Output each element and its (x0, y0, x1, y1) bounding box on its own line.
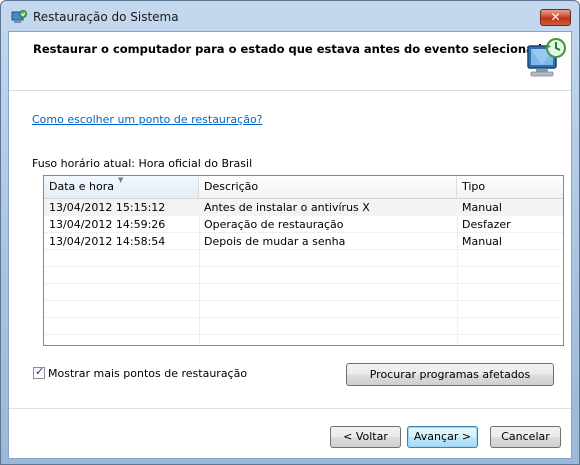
row-date: 13/04/2012 14:59:26 (49, 218, 166, 231)
column-label: Descrição (204, 180, 259, 193)
row-description: Operação de restauração (204, 218, 344, 231)
footer-divider (9, 408, 571, 409)
next-button[interactable]: Avançar > (407, 426, 478, 448)
row-description: Depois de mudar a senha (204, 235, 346, 248)
row-type: Manual (462, 235, 502, 248)
show-more-checkbox[interactable]: ✓ (33, 365, 45, 379)
row-type: Manual (462, 201, 502, 214)
help-link[interactable]: Como escolher um ponto de restauração? (32, 113, 263, 126)
dialog-content: Restaurar o computador para o estado que… (8, 31, 572, 459)
checkmark-icon: ✓ (35, 365, 45, 378)
show-more-label[interactable]: Mostrar mais pontos de restauração (48, 367, 247, 380)
show-more-checkbox-row[interactable]: ✓ Mostrar mais pontos de restauração (33, 365, 247, 380)
row-description: Antes de instalar o antivírus X (204, 201, 370, 214)
restore-points-list[interactable]: ▼ Data e hora Descrição Tipo 13/04/2012 … (43, 175, 564, 346)
system-restore-window: Restauração do Sistema ✕ Restaurar o com… (0, 0, 580, 465)
table-row[interactable]: 13/04/2012 14:58:54 Depois de mudar a se… (44, 233, 563, 250)
header-divider (9, 90, 571, 91)
column-header-date[interactable]: ▼ Data e hora (44, 176, 199, 198)
column-header-description[interactable]: Descrição (199, 176, 457, 198)
page-heading: Restaurar o computador para o estado que… (33, 42, 550, 56)
row-type: Desfazer (462, 218, 511, 231)
column-header-type[interactable]: Tipo (457, 176, 563, 198)
sort-arrow-icon: ▼ (118, 176, 124, 184)
row-date: 13/04/2012 15:15:12 (49, 201, 166, 214)
computer-restore-icon (527, 38, 566, 77)
timezone-label: Fuso horário atual: Hora oficial do Bras… (32, 157, 253, 170)
back-button[interactable]: < Voltar (330, 426, 401, 448)
cancel-button[interactable]: Cancelar (490, 426, 561, 448)
close-icon: ✕ (550, 10, 561, 24)
list-header: ▼ Data e hora Descrição Tipo (44, 176, 563, 199)
scan-affected-programs-button[interactable]: Procurar programas afetados (346, 363, 554, 386)
system-restore-icon (11, 10, 27, 23)
window-title: Restauração do Sistema (33, 10, 179, 24)
table-row[interactable]: 13/04/2012 14:59:26 Operação de restaura… (44, 216, 563, 233)
table-row[interactable]: 13/04/2012 15:15:12 Antes de instalar o … (44, 199, 563, 216)
close-button[interactable]: ✕ (540, 9, 571, 26)
row-date: 13/04/2012 14:58:54 (49, 235, 166, 248)
column-label: Tipo (462, 180, 486, 193)
title-bar[interactable]: Restauração do Sistema ✕ (1, 1, 579, 31)
column-label: Data e hora (49, 180, 114, 193)
